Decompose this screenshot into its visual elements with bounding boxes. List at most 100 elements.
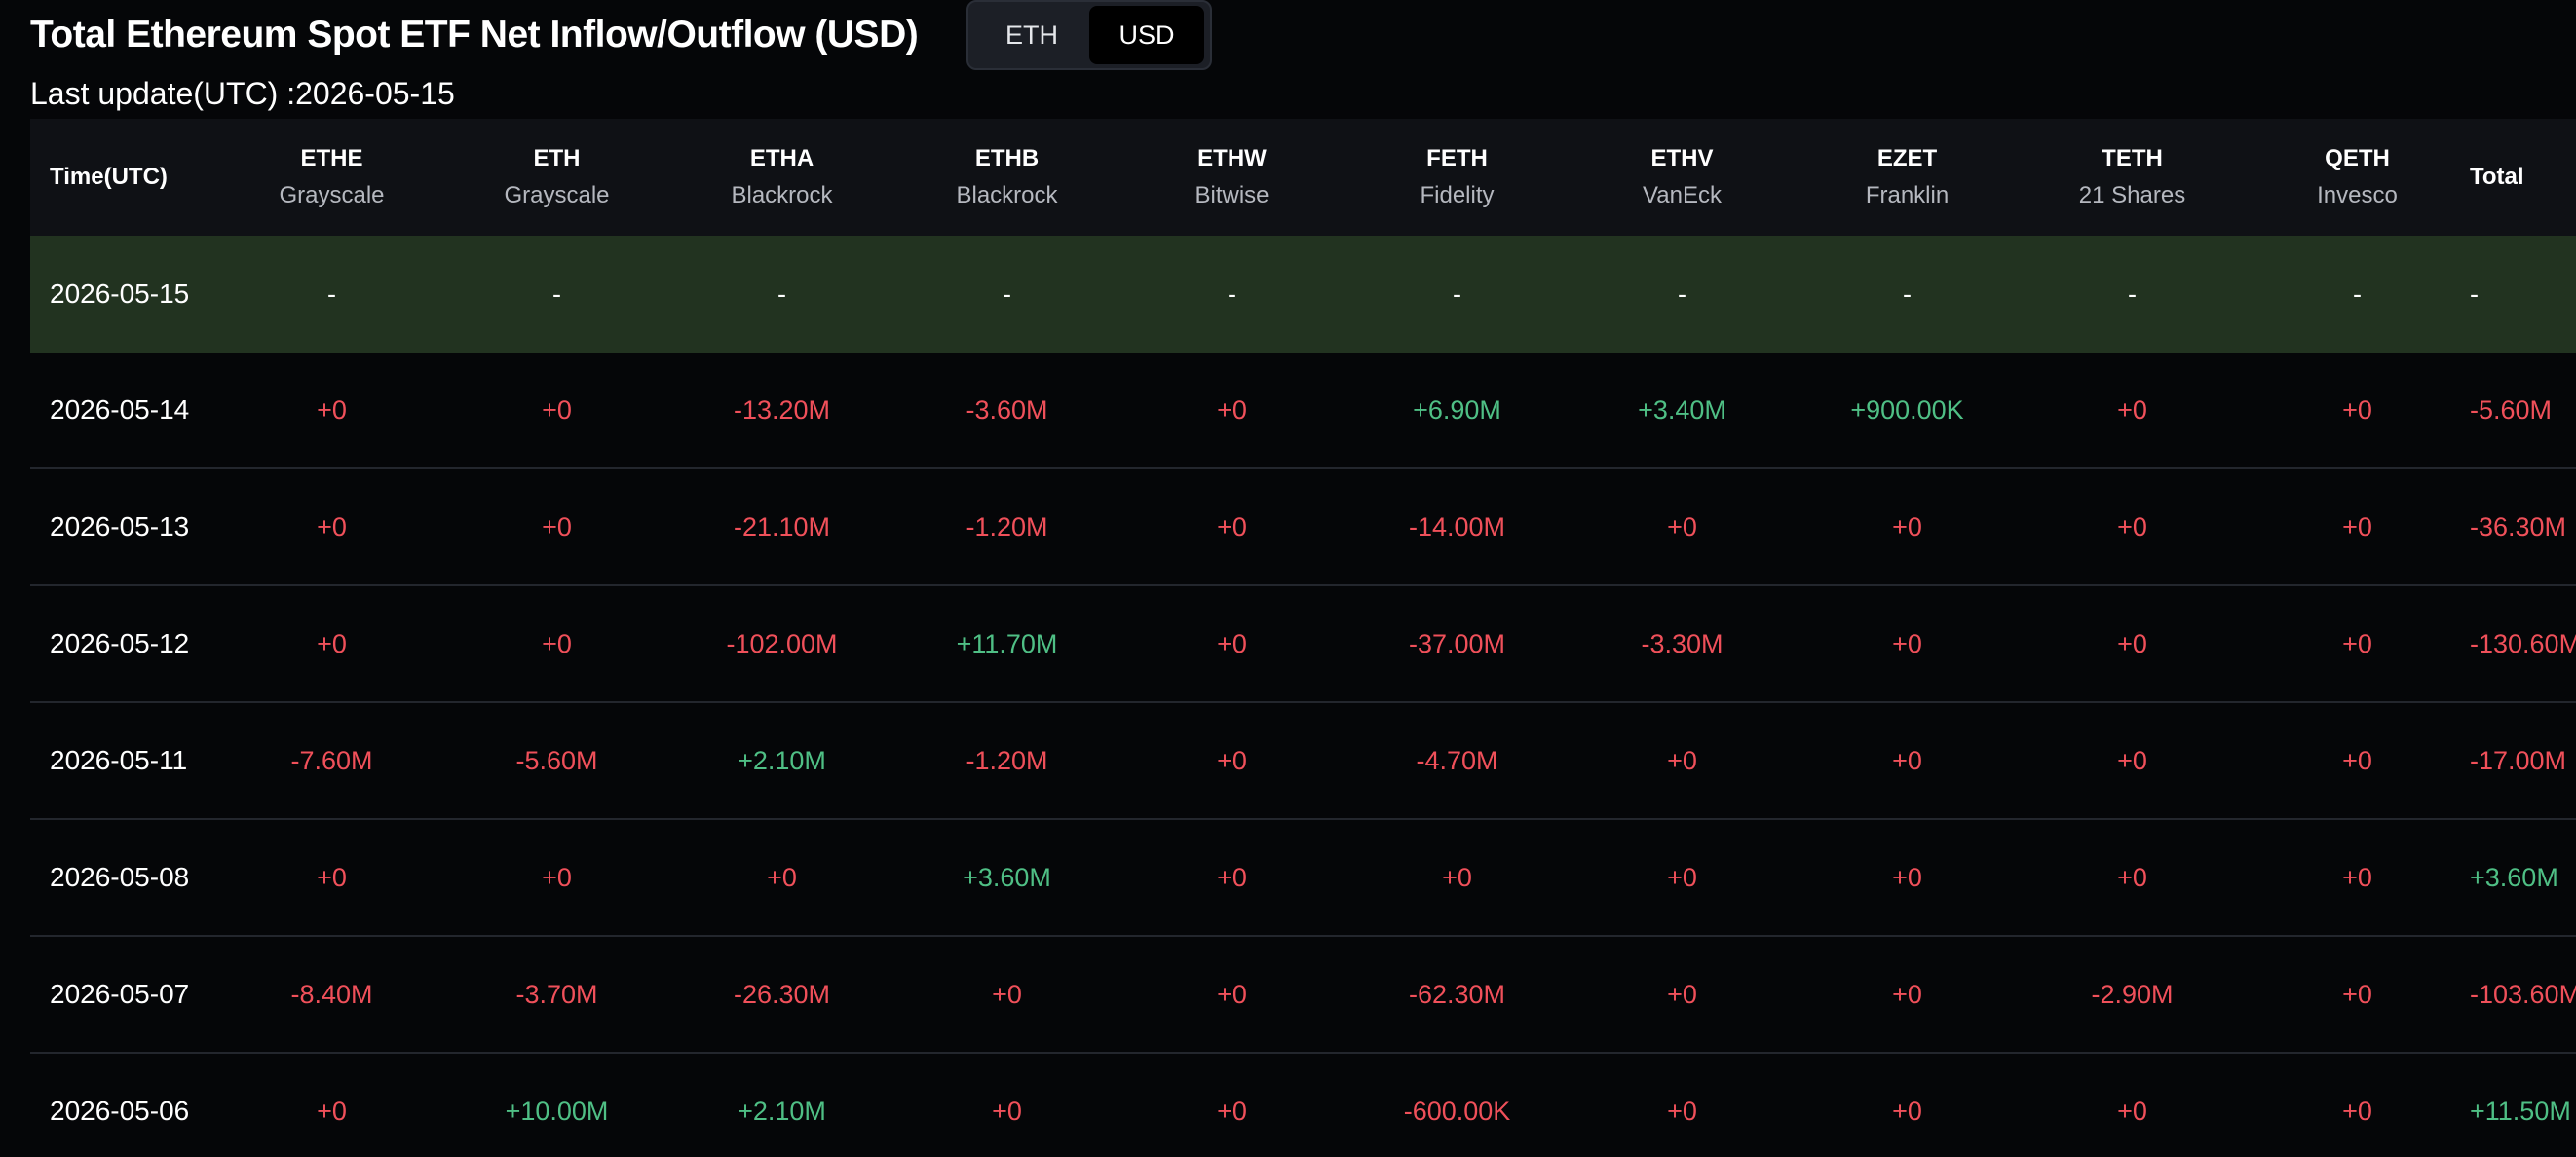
column-ticker: ETH [533,145,581,171]
column-issuer: Invesco [2317,182,2398,208]
toggle-eth-option[interactable]: ETH [974,6,1089,64]
flow-cell-ethv: +3.40M [1638,394,1726,425]
column-issuer: Fidelity [1420,182,1495,208]
table-row[interactable]: 2026-05-07 -8.40M -3.70M -26.30M +0 +0 -62.30M… [30,937,2576,1054]
flow-cell-ezet: +0 [1892,745,1922,775]
flow-cell-ethv: - [1678,279,1686,309]
column-header-ethw: ETHW Bitwise [1119,140,1345,214]
row-date: 2026-05-11 [50,745,188,775]
flow-cell-etha: +0 [767,862,797,892]
table-row[interactable]: 2026-05-14 +0 +0 -13.20M -3.60M +0 +6.90M +3.40… [30,353,2576,469]
flow-cell-ethe: -7.60M [290,745,373,775]
row-date: 2026-05-07 [50,979,190,1009]
flow-cell-ezet: +0 [1892,1096,1922,1126]
last-update-label: Last update(UTC) :2026-05-15 [30,76,455,111]
flow-cell-etha: -21.10M [733,511,831,541]
flow-cell-ethw: +0 [1217,511,1247,541]
unit-toggle[interactable]: ETH USD [966,0,1212,70]
row-date: 2026-05-06 [50,1096,190,1126]
column-header-eth: ETH Grayscale [444,140,669,214]
flow-cell-qeth: +0 [2342,862,2372,892]
flow-cell-ezet: +0 [1892,511,1922,541]
flow-cell-qeth: +0 [2342,394,2372,425]
column-header-etha: ETHA Blackrock [669,140,894,214]
toggle-usd-option[interactable]: USD [1089,6,1204,64]
flow-cell-ethw: +0 [1217,394,1247,425]
flow-cell-ethb: -3.60M [966,394,1048,425]
column-issuer: VanEck [1643,182,1722,208]
etf-flow-table: Time(UTC) ETHE Grayscale ETH Grayscale ETHA B… [30,119,2576,1157]
flow-cell-ethe: +0 [317,862,347,892]
flow-cell-qeth: +0 [2342,628,2372,658]
column-ticker: QETH [2325,145,2390,171]
table-row[interactable]: 2026-05-13 +0 +0 -21.10M -1.20M +0 -14.00M +0 +0… [30,469,2576,586]
column-ticker: ETHA [749,145,814,171]
row-total: +3.60M [2470,862,2558,892]
column-header-ethe: ETHE Grayscale [219,140,444,214]
column-issuer: Blackrock [956,182,1058,208]
flow-cell-eth: -5.60M [515,745,598,775]
flow-cell-ethw: - [1228,279,1236,309]
row-date: 2026-05-15 [50,279,190,309]
time-column-header: Time(UTC) [50,164,168,190]
flow-cell-teth: +0 [2117,745,2147,775]
row-total: - [2470,279,2479,309]
flow-cell-feth: -62.30M [1408,979,1506,1009]
column-header-teth: TETH 21 Shares [2020,140,2245,214]
flow-cell-etha: -26.30M [733,979,831,1009]
flow-cell-feth: -4.70M [1416,745,1498,775]
flow-cell-ethe: -8.40M [290,979,373,1009]
table-row[interactable]: 2026-05-15 - - - - - - - - - - - [30,236,2576,353]
flow-cell-ethb: +0 [992,979,1022,1009]
flow-cell-ezet: +0 [1892,628,1922,658]
flow-cell-ethe: +0 [317,394,347,425]
flow-cell-ezet: +0 [1892,862,1922,892]
flow-cell-ethe: - [327,279,336,309]
flow-cell-ethv: +0 [1667,862,1697,892]
flow-cell-ethe: +0 [317,628,347,658]
flow-cell-ethw: +0 [1217,862,1247,892]
flow-cell-ethb: -1.20M [966,745,1048,775]
table-row[interactable]: 2026-05-06 +0 +10.00M +2.10M +0 +0 -600.00K +0 +… [30,1054,2576,1157]
column-header-feth: FETH Fidelity [1345,140,1570,214]
flow-cell-ethb: +11.70M [956,628,1058,658]
column-issuer: Blackrock [731,182,833,208]
etf-flow-page: Total Ethereum Spot ETF Net Inflow/Outfl… [0,0,2576,1157]
flow-cell-teth: +0 [2117,628,2147,658]
flow-cell-teth: +0 [2117,1096,2147,1126]
row-total: -103.60M [2470,979,2576,1009]
flow-cell-etha: -102.00M [726,628,838,658]
column-ticker: TETH [2102,145,2163,171]
table-row[interactable]: 2026-05-08 +0 +0 +0 +3.60M +0 +0 +0 +0 +0 +0 +3.60M [30,820,2576,937]
flow-cell-ethb: -1.20M [966,511,1048,541]
flow-cell-ezet: - [1903,279,1912,309]
flow-cell-ethe: +0 [317,1096,347,1126]
flow-cell-eth: -3.70M [515,979,598,1009]
table-row[interactable]: 2026-05-12 +0 +0 -102.00M +11.70M +0 -37.00M -3… [30,586,2576,703]
flow-cell-etha: - [777,279,786,309]
flow-cell-eth: - [552,279,561,309]
flow-cell-ethv: +0 [1667,1096,1697,1126]
flow-cell-qeth: +0 [2342,745,2372,775]
column-ticker: ETHE [300,145,363,171]
flow-cell-qeth: +0 [2342,979,2372,1009]
flow-cell-feth: +0 [1442,862,1472,892]
table-row[interactable]: 2026-05-11 -7.60M -5.60M +2.10M -1.20M +0 -4.7… [30,703,2576,820]
flow-cell-feth: -600.00K [1403,1096,1511,1126]
flow-cell-feth: -37.00M [1408,628,1506,658]
flow-cell-feth: -14.00M [1408,511,1506,541]
column-header-ethb: ETHB Blackrock [894,140,1119,214]
flow-cell-feth: - [1453,279,1461,309]
row-total: +11.50M [2470,1096,2571,1126]
flow-cell-teth: +0 [2117,511,2147,541]
flow-cell-ezet: +900.00K [1850,394,1964,425]
column-issuer: Grayscale [504,182,610,208]
row-total: -130.60M [2470,628,2576,658]
flow-cell-ethe: +0 [317,511,347,541]
flow-cell-teth: - [2128,279,2137,309]
flow-cell-eth: +0 [542,628,572,658]
flow-cell-eth: +0 [542,511,572,541]
row-date: 2026-05-08 [50,862,190,892]
column-issuer: Grayscale [279,182,385,208]
column-header-ezet: EZET Franklin [1795,140,2020,214]
